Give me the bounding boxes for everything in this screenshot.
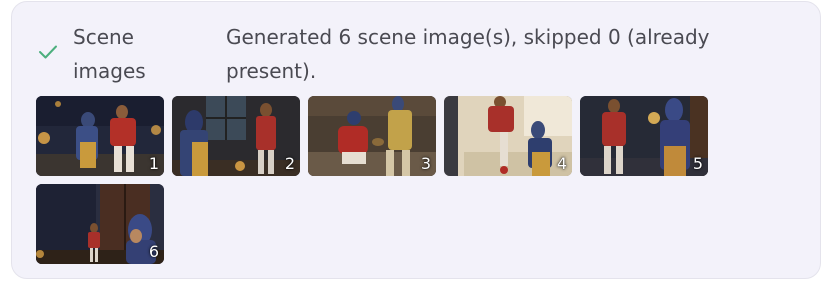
status-label: Scene images [73,25,146,83]
scene-6-image [36,184,164,264]
scene-thumbnail-6[interactable]: 6 [36,184,164,264]
scene-number-2: 2 [284,154,295,173]
scene-thumbnail-3[interactable]: 3 [308,96,436,176]
scene-number-3: 3 [420,154,431,173]
scene-thumbnail-1[interactable]: 1 [36,96,164,176]
scene-5-image [580,96,708,176]
scene-thumbnail-4[interactable]: 4 [444,96,572,176]
scene-thumbnail-5[interactable]: 5 [580,96,708,176]
checkmark-icon [39,45,57,59]
scene-thumbnail-2[interactable]: 2 [172,96,300,176]
scene-number-5: 5 [692,154,703,173]
scene-number-4: 4 [556,154,567,173]
scene-number-6: 6 [148,242,159,261]
scene-2-image [172,96,300,176]
scene-3-image [308,96,436,176]
status-message: Generated 6 scene image(s), skipped 0 (a… [226,25,710,83]
scene-4-image [444,96,572,176]
scene-images-status-card: Scene images Generated 6 scene image(s),… [11,1,821,279]
scene-number-1: 1 [148,154,159,173]
scene-1-image [36,96,164,176]
